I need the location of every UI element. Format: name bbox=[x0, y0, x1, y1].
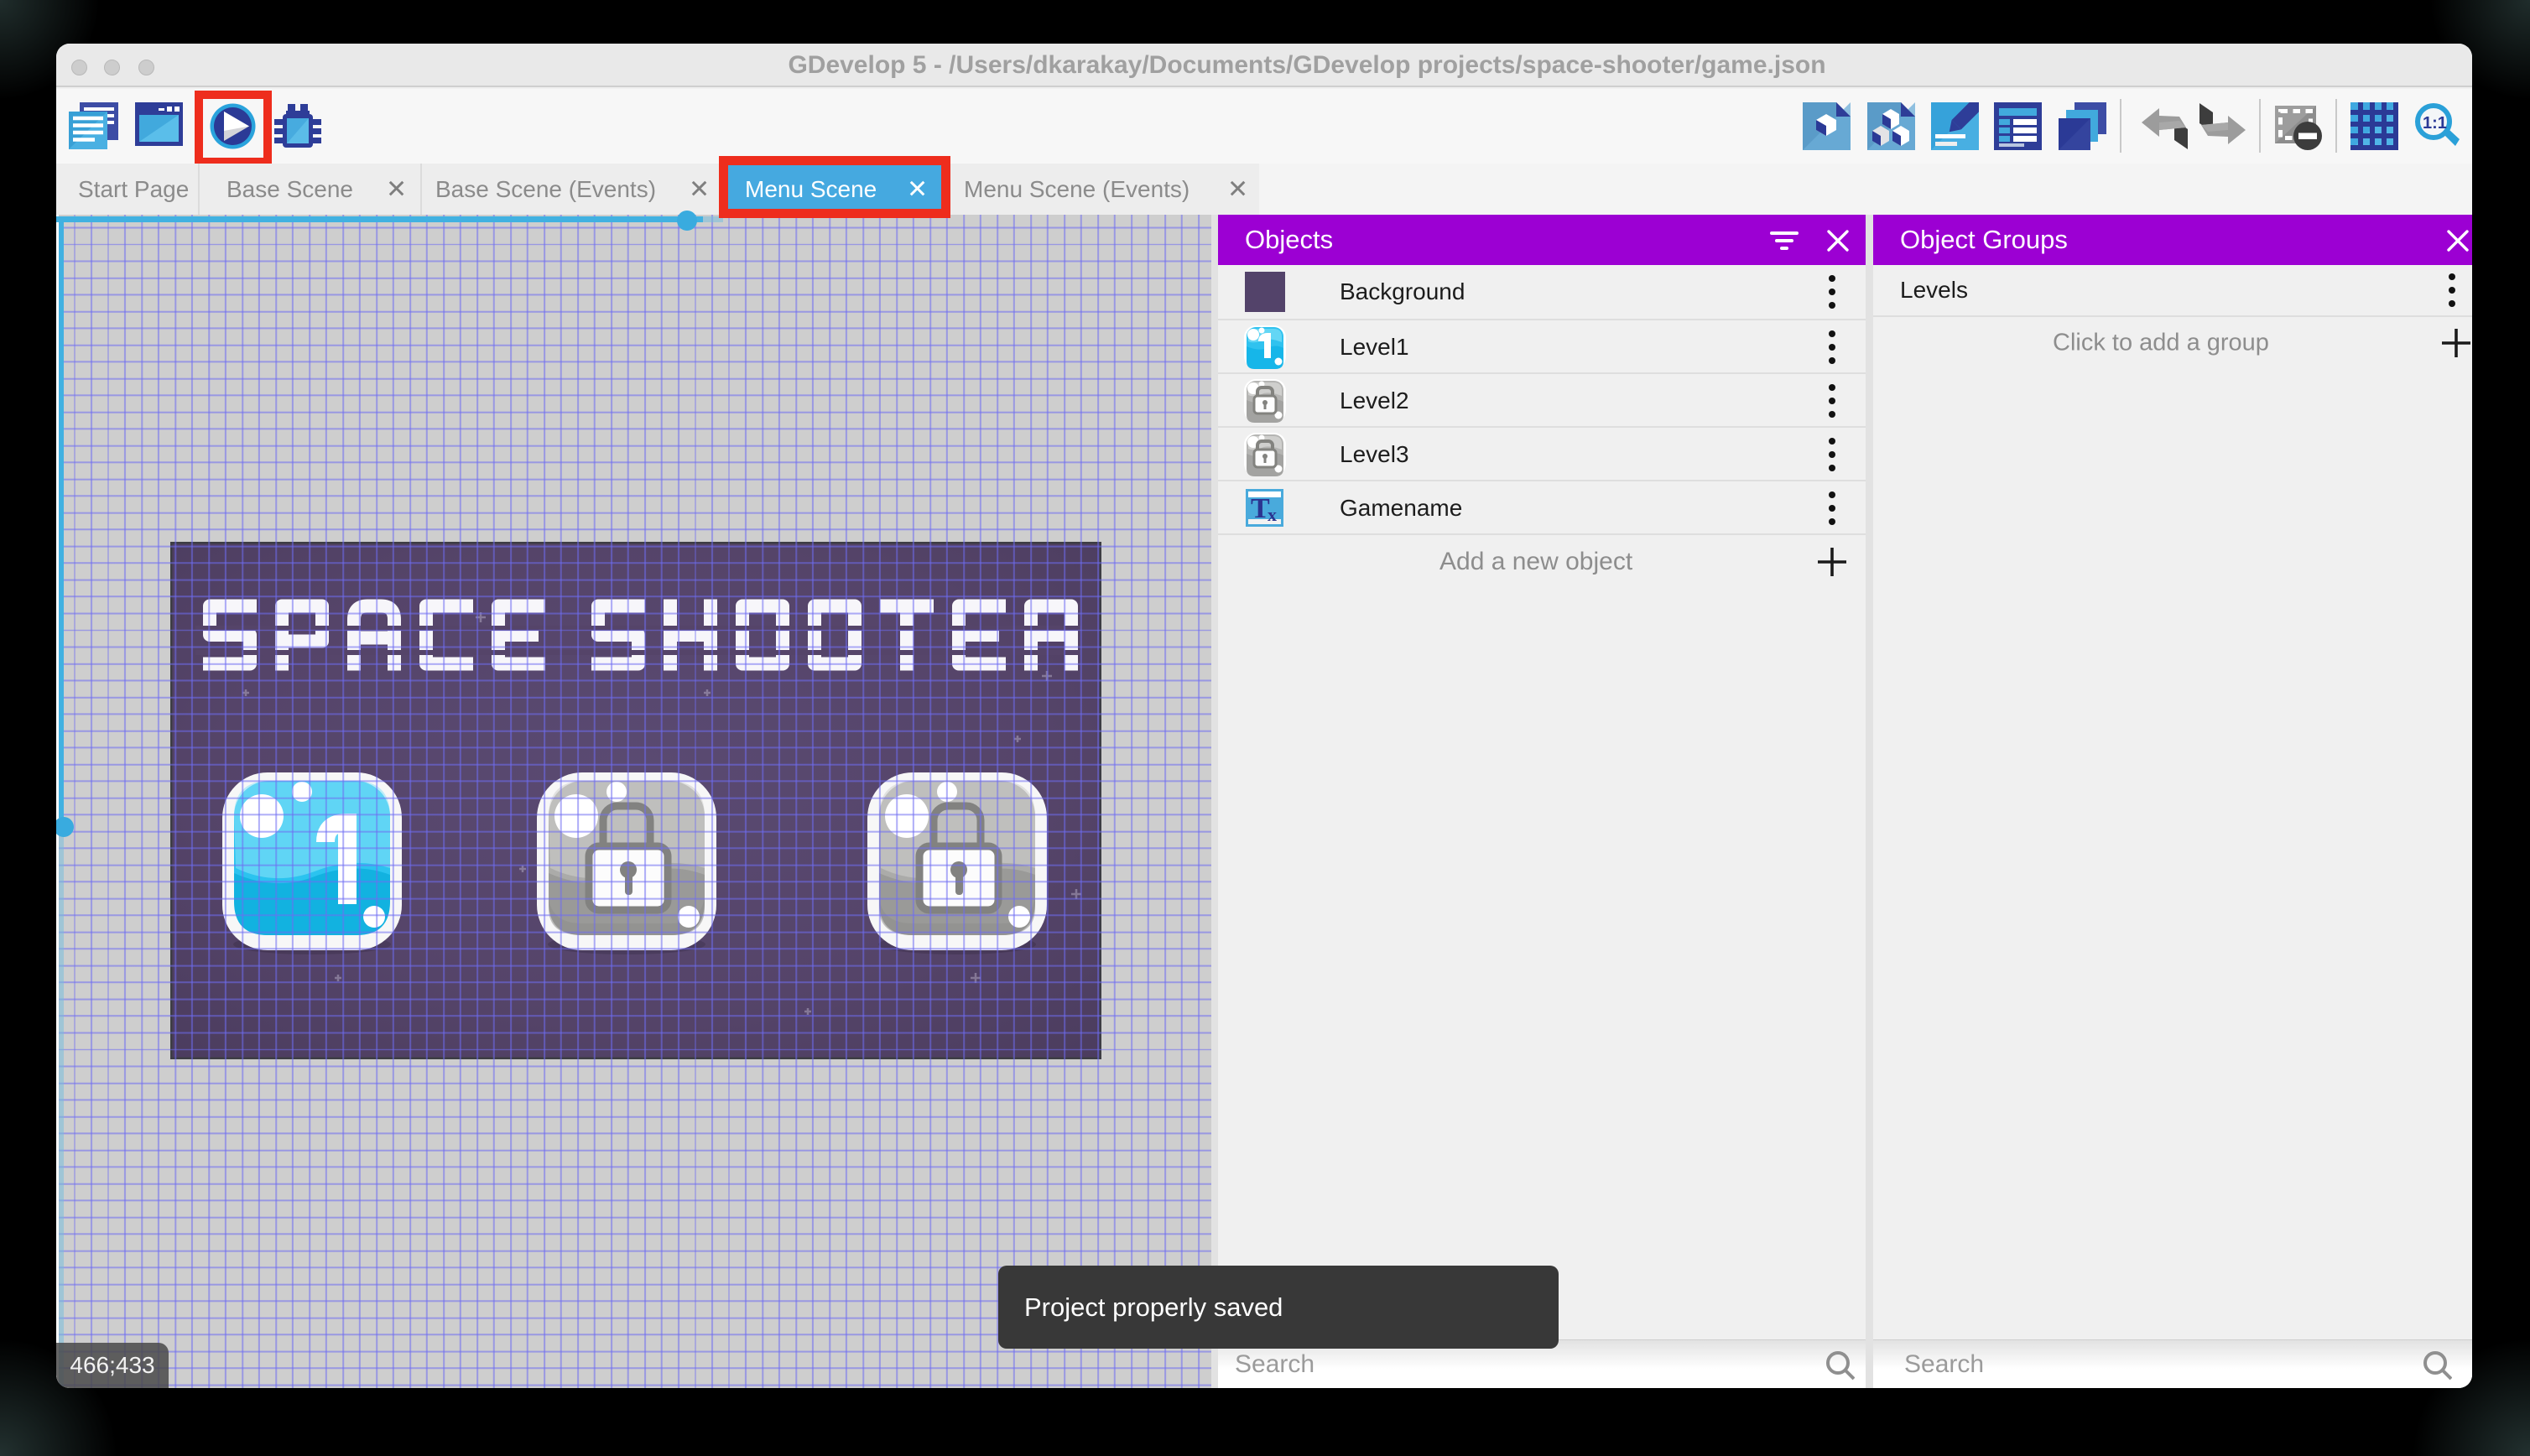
svg-text:1:1: 1:1 bbox=[2423, 114, 2447, 133]
svg-text:x: x bbox=[1268, 504, 1277, 525]
